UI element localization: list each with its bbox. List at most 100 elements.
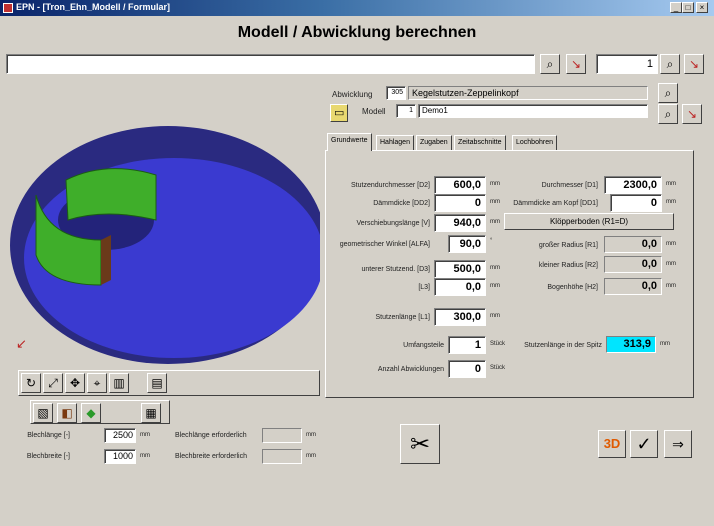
blech-length-label: Blechlänge [-] bbox=[27, 432, 70, 439]
kleiner-radius-field: 0,0 bbox=[604, 256, 662, 273]
rotate-button[interactable]: ↻ bbox=[21, 373, 41, 393]
blech-length-unit: mm bbox=[140, 432, 150, 438]
field-label: [L3] bbox=[418, 284, 430, 291]
field-label: Dämmdicke [DD2] bbox=[373, 200, 430, 207]
ok-button[interactable]: ✓ bbox=[630, 430, 658, 458]
winkel-input[interactable]: 90,0 bbox=[448, 235, 486, 253]
surface-button[interactable]: ◆ bbox=[81, 403, 101, 423]
drawing-button[interactable]: ▧ bbox=[33, 403, 53, 423]
search-input[interactable] bbox=[6, 54, 535, 74]
fit-icon: ⌖ bbox=[93, 375, 101, 390]
model-label: Modell bbox=[362, 107, 386, 116]
bogenhoehe-field: 0,0 bbox=[604, 278, 662, 295]
model-name-field[interactable]: Demo1 bbox=[418, 104, 648, 118]
blech-length-required-field bbox=[262, 428, 302, 443]
stutzendurchmesser-input[interactable]: 600,0 bbox=[434, 176, 486, 194]
drawing-icon: ▧ bbox=[37, 406, 49, 420]
search-button[interactable]: ⌕ bbox=[540, 54, 560, 74]
exit-button[interactable]: ⇒ bbox=[664, 430, 692, 458]
zoom-button[interactable]: ⤢ bbox=[43, 373, 63, 393]
model-number: 1 bbox=[396, 104, 416, 118]
cylinder-edge bbox=[101, 235, 111, 285]
scissors-icon: ✂ bbox=[409, 430, 431, 458]
field-label: Verschiebungslänge [V] bbox=[356, 220, 430, 227]
blech-width-unit: mm bbox=[140, 453, 150, 459]
counter-pick-button[interactable]: ↘ bbox=[684, 54, 704, 74]
l3-input[interactable]: 0,0 bbox=[434, 278, 486, 296]
field-label: Anzahl Abwicklungen bbox=[377, 366, 444, 373]
field-label: Dämmdicke am Kopf [DD1] bbox=[513, 200, 598, 207]
field-unit: Stück bbox=[490, 365, 506, 371]
wireframe-button[interactable]: ▤ bbox=[147, 373, 167, 393]
leaf-icon: ◆ bbox=[86, 406, 96, 420]
blech-length-required-unit: mm bbox=[306, 432, 316, 438]
grid-button[interactable]: ▥ bbox=[109, 373, 129, 393]
maximize-button[interactable]: □ bbox=[682, 2, 694, 13]
zoom-icon: ⤢ bbox=[48, 375, 58, 390]
minimize-button[interactable]: _ bbox=[670, 2, 682, 13]
grid-icon: ▥ bbox=[113, 376, 125, 390]
durchmesser-input[interactable]: 2300,0 bbox=[604, 176, 662, 194]
unterer-stutzen-input[interactable]: 500,0 bbox=[434, 260, 486, 278]
pick-button[interactable]: ↘ bbox=[566, 54, 586, 74]
field-unit: mm bbox=[666, 261, 676, 267]
record-counter-field[interactable]: 1 bbox=[596, 54, 658, 74]
tab-zugaben[interactable]: Zugaben bbox=[416, 135, 452, 150]
title-bar: EPN - [Tron_Ehn_Modell / Formular] _ □ × bbox=[0, 0, 714, 16]
model-folder-button[interactable]: ▭ bbox=[330, 104, 348, 122]
field-label: Umfangsteile bbox=[403, 342, 444, 349]
field-unit: mm bbox=[660, 341, 670, 347]
tab-grundwerte[interactable]: Grundwerte bbox=[327, 133, 372, 151]
fit-button[interactable]: ⌖ bbox=[87, 373, 107, 393]
search-icon: ⌕ bbox=[546, 56, 554, 71]
tab-lochbohren[interactable]: Lochbohren bbox=[512, 135, 557, 150]
wand-icon: ↘ bbox=[686, 107, 698, 121]
pan-button[interactable]: ✥ bbox=[65, 373, 85, 393]
export-button[interactable]: ▦ bbox=[141, 403, 161, 423]
cut-button[interactable]: ✂ bbox=[400, 424, 440, 464]
field-label: kleiner Radius [R2] bbox=[538, 262, 598, 269]
field-unit: mm bbox=[490, 199, 500, 205]
shading-icon: ◧ bbox=[61, 406, 73, 420]
blech-width-required-unit: mm bbox=[306, 453, 316, 459]
kloepperboden-button[interactable]: Klöpperboden (R1=D) bbox=[504, 213, 674, 230]
model-search-button[interactable]: ⌕ bbox=[658, 104, 678, 124]
field-unit: mm bbox=[666, 283, 676, 289]
search-icon: ⌕ bbox=[666, 56, 674, 71]
rotate-icon: ↻ bbox=[25, 376, 37, 390]
field-label: Stutzendurchmesser [D2] bbox=[351, 182, 430, 189]
pan-icon: ✥ bbox=[69, 376, 81, 390]
window-title: EPN - [Tron_Ehn_Modell / Formular] bbox=[16, 2, 171, 12]
daemmdicke-input[interactable]: 0 bbox=[434, 194, 486, 212]
blech-width-label: Blechbreite [-] bbox=[26, 453, 70, 460]
stutzenlaenge-input[interactable]: 300,0 bbox=[434, 308, 486, 326]
close-button[interactable]: × bbox=[696, 2, 708, 13]
tab-hahlagen[interactable]: Hahlagen bbox=[376, 135, 414, 150]
abwicklung-label: Abwicklung bbox=[332, 90, 373, 99]
field-label: Stutzenlänge [L1] bbox=[375, 314, 431, 321]
field-unit: mm bbox=[490, 219, 500, 225]
umfangsteile-input[interactable]: 1 bbox=[448, 336, 486, 354]
abwicklung-search-button[interactable]: ⌕ bbox=[658, 83, 678, 103]
blech-width-input[interactable]: 1000 bbox=[104, 449, 136, 464]
blech-width-required-field bbox=[262, 449, 302, 464]
verschiebungslaenge-input[interactable]: 940,0 bbox=[434, 214, 486, 232]
search-icon: ⌕ bbox=[664, 106, 672, 121]
model-pick-button[interactable]: ↘ bbox=[682, 104, 702, 124]
field-label: Bogenhöhe [H2] bbox=[547, 284, 598, 291]
field-label: unterer Stutzend. [D3] bbox=[361, 266, 430, 273]
3d-button[interactable]: 3D bbox=[598, 430, 626, 458]
field-label: großer Radius [R1] bbox=[538, 242, 598, 249]
abwicklung-number: 305 bbox=[386, 86, 406, 100]
shading-button[interactable]: ◧ bbox=[57, 403, 77, 423]
field-unit: mm bbox=[490, 265, 500, 271]
anzahl-abwicklungen-input[interactable]: 0 bbox=[448, 360, 486, 378]
counter-search-button[interactable]: ⌕ bbox=[660, 54, 680, 74]
model-viewport[interactable]: ↙ bbox=[6, 80, 326, 365]
daemmdicke-kopf-input[interactable]: 0 bbox=[610, 194, 662, 212]
blech-width-required-label: Blechbreite erforderlich bbox=[175, 453, 247, 460]
view-toolbar: ↻ ⤢ ✥ ⌖ ▥ ▤ bbox=[18, 370, 320, 396]
blech-length-input[interactable]: 2500 bbox=[104, 428, 136, 443]
field-unit: mm bbox=[666, 181, 676, 187]
tab-zeitabschnitte[interactable]: Zeitabschnitte bbox=[454, 135, 506, 150]
